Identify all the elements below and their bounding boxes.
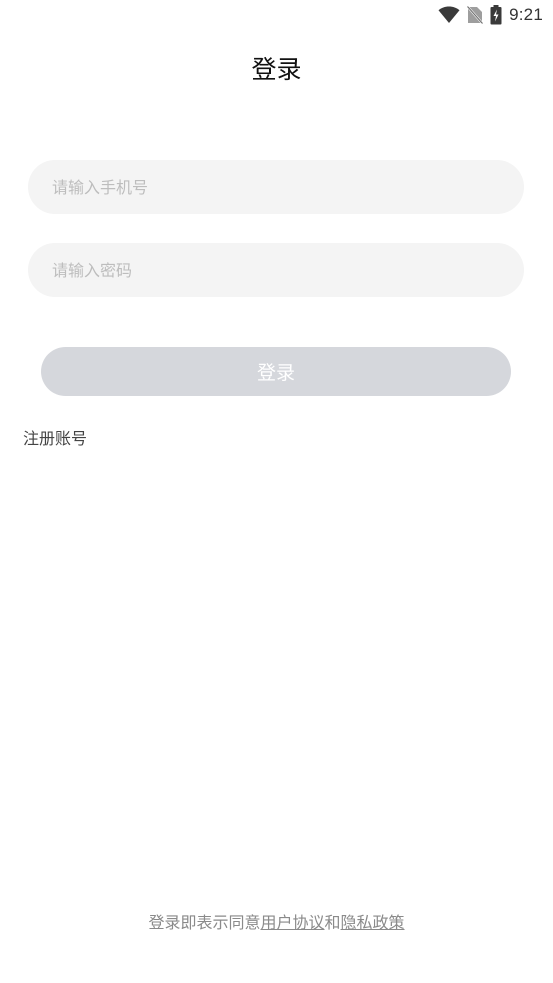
agreement-notice: 登录即表示同意用户协议和隐私政策 [0, 911, 553, 935]
wifi-icon [438, 6, 460, 24]
status-bar: 9:21 [0, 0, 553, 30]
status-icons: 9:21 [438, 4, 543, 26]
user-agreement-link[interactable]: 用户协议 [260, 913, 324, 932]
password-input[interactable] [28, 243, 524, 297]
login-button[interactable]: 登录 [41, 347, 511, 396]
login-screen: 9:21 登录 登录 注册账号 登录即表示同意用户协议和隐私政策 [0, 0, 553, 983]
password-field-container [28, 243, 524, 297]
register-account-link[interactable]: 注册账号 [23, 428, 87, 450]
status-time: 9:21 [509, 5, 543, 24]
privacy-policy-link[interactable]: 隐私政策 [341, 913, 405, 932]
phone-input[interactable] [28, 160, 524, 214]
phone-field-container [28, 160, 524, 214]
agreement-conjunction: 和 [324, 913, 341, 932]
no-sim-icon [467, 6, 484, 24]
agreement-prefix: 登录即表示同意 [148, 913, 261, 932]
battery-charging-icon [490, 5, 502, 25]
page-title: 登录 [251, 55, 302, 84]
